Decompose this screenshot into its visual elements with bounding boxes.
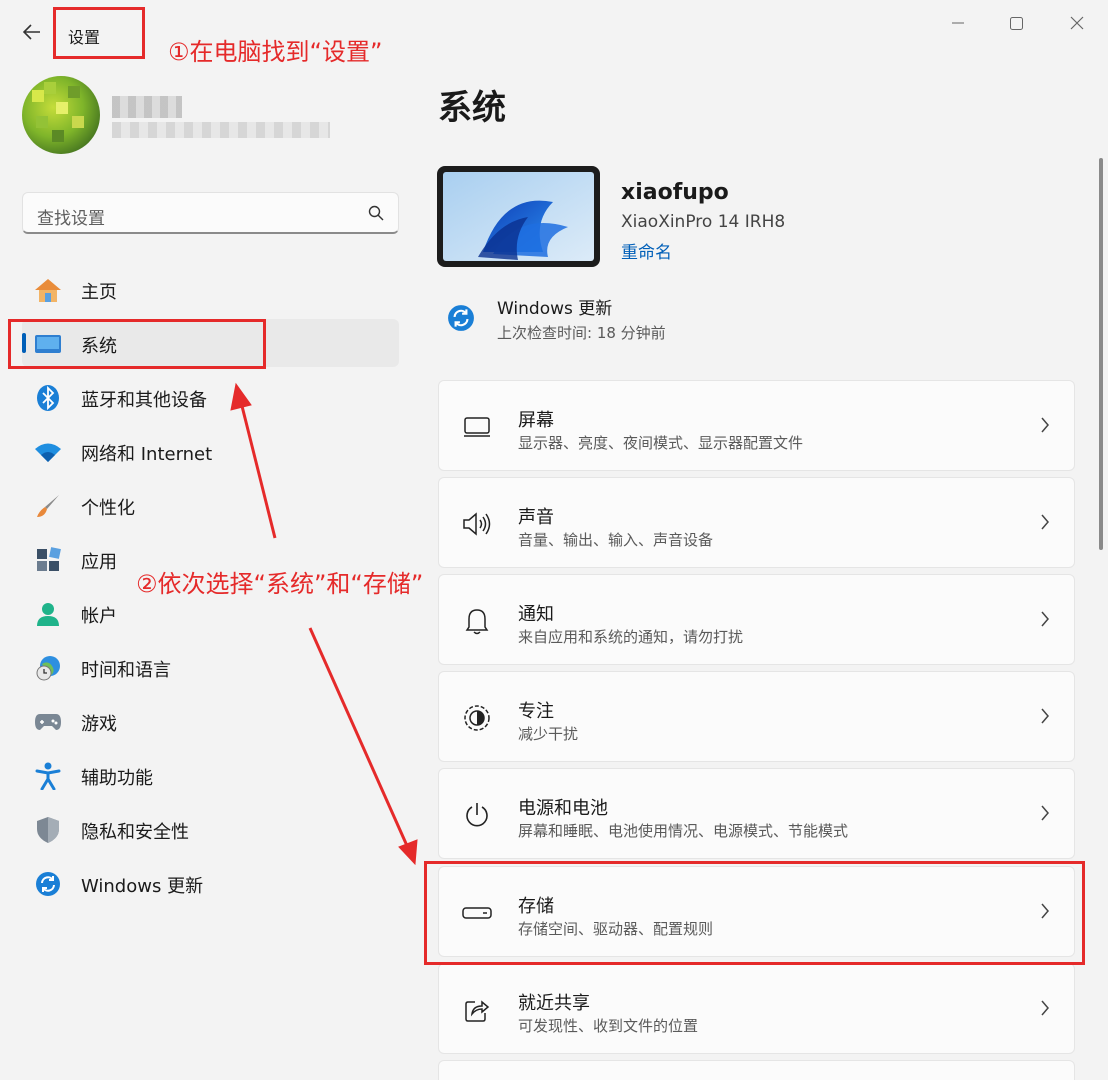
back-button[interactable] xyxy=(18,18,46,46)
settings-card-sound[interactable]: 声音 音量、输出、输入、声音设备 xyxy=(438,477,1075,568)
sidebar-item-label: 时间和语言 xyxy=(81,660,171,681)
avatar[interactable] xyxy=(22,76,100,154)
minimize-icon xyxy=(952,22,964,24)
display-icon xyxy=(461,411,493,443)
sidebar-item-bluetooth[interactable]: 蓝牙和其他设备 xyxy=(22,373,399,421)
rename-link[interactable]: 重命名 xyxy=(621,238,672,263)
chevron-right-icon xyxy=(1041,514,1049,530)
profile-email-redacted xyxy=(112,122,330,138)
chevron-right-icon xyxy=(1041,611,1049,627)
annotation-box-system xyxy=(8,319,266,369)
close-button[interactable] xyxy=(1054,10,1100,36)
share-icon xyxy=(461,994,493,1026)
card-title: 就近共享 xyxy=(518,993,590,1014)
device-model: XiaoXinPro 14 IRH8 xyxy=(621,212,786,232)
settings-card-focus[interactable]: 专注 减少干扰 xyxy=(438,671,1075,762)
search-placeholder: 查找设置 xyxy=(37,209,105,229)
sidebar-item-time-language[interactable]: 时间和语言 xyxy=(22,643,399,691)
card-title: 电源和电池 xyxy=(518,798,608,819)
annotation-step2: ②依次选择“系统”和“存储” xyxy=(136,570,424,598)
minimize-button[interactable] xyxy=(935,10,981,36)
search-input[interactable]: 查找设置 xyxy=(22,192,399,234)
annotation-box-settings xyxy=(53,7,145,59)
maximize-icon xyxy=(1009,16,1023,30)
title-bar: 设置 xyxy=(0,0,1108,47)
power-icon xyxy=(461,799,493,831)
sidebar-item-network[interactable]: 网络和 Internet xyxy=(22,427,399,475)
bell-icon xyxy=(461,605,493,637)
chevron-right-icon xyxy=(1041,417,1049,433)
sidebar-item-privacy[interactable]: 隐私和安全性 xyxy=(22,805,399,853)
card-title: 通知 xyxy=(518,604,554,625)
chevron-right-icon xyxy=(1041,708,1049,724)
chevron-right-icon xyxy=(1041,1000,1049,1016)
card-title: 声音 xyxy=(518,507,554,528)
annotation-box-storage xyxy=(424,861,1085,965)
profile-name-redacted xyxy=(112,96,182,118)
globe-clock-icon xyxy=(34,654,62,682)
search-icon xyxy=(368,205,384,221)
card-title: 屏幕 xyxy=(518,410,554,431)
sidebar-item-accessibility[interactable]: 辅助功能 xyxy=(22,751,399,799)
settings-card-nearby-sharing[interactable]: 就近共享 可发现性、收到文件的位置 xyxy=(438,963,1075,1054)
page-title: 系统 xyxy=(438,88,506,128)
sidebar-item-label: 应用 xyxy=(81,552,117,573)
sidebar-item-label: 帐户 xyxy=(81,606,117,627)
sidebar-item-home[interactable]: 主页 xyxy=(22,265,399,313)
sidebar-item-windows-update[interactable]: Windows 更新 xyxy=(22,859,399,907)
card-subtitle: 音量、输出、输入、声音设备 xyxy=(518,531,714,549)
back-arrow-icon xyxy=(23,24,40,40)
card-subtitle: 减少干扰 xyxy=(518,725,579,743)
speaker-icon xyxy=(461,508,493,540)
settings-card-notifications[interactable]: 通知 来自应用和系统的通知，请勿打扰 xyxy=(438,574,1075,665)
sidebar-item-label: 游戏 xyxy=(81,714,117,735)
focus-icon xyxy=(461,702,493,734)
settings-card-partial[interactable] xyxy=(438,1060,1075,1080)
update-status-title[interactable]: Windows 更新 xyxy=(497,294,612,319)
bluetooth-icon xyxy=(34,384,62,412)
maximize-button[interactable] xyxy=(993,10,1039,36)
device-thumbnail xyxy=(437,166,600,267)
shield-icon xyxy=(34,816,62,844)
account-icon xyxy=(34,600,62,628)
sync-icon xyxy=(448,305,474,331)
apps-icon xyxy=(34,546,62,574)
card-subtitle: 来自应用和系统的通知，请勿打扰 xyxy=(518,628,744,646)
card-title: 专注 xyxy=(518,701,554,722)
card-subtitle: 可发现性、收到文件的位置 xyxy=(518,1017,699,1035)
settings-card-display[interactable]: 屏幕 显示器、亮度、夜间模式、显示器配置文件 xyxy=(438,380,1075,471)
gamepad-icon xyxy=(34,708,62,736)
sidebar-item-label: 辅助功能 xyxy=(81,768,153,789)
wallpaper-image xyxy=(443,172,594,261)
settings-card-power[interactable]: 电源和电池 屏幕和睡眠、电池使用情况、电源模式、节能模式 xyxy=(438,768,1075,859)
sidebar-item-label: 网络和 Internet xyxy=(81,444,213,465)
wifi-icon xyxy=(34,438,62,466)
sidebar-item-label: Windows 更新 xyxy=(81,876,204,897)
sidebar-item-label: 主页 xyxy=(81,282,117,303)
close-icon xyxy=(1070,16,1084,30)
sidebar-item-gaming[interactable]: 游戏 xyxy=(22,697,399,745)
card-subtitle: 显示器、亮度、夜间模式、显示器配置文件 xyxy=(518,434,804,452)
sidebar-item-label: 个性化 xyxy=(81,498,135,519)
sidebar-item-personalization[interactable]: 个性化 xyxy=(22,481,399,529)
sidebar-item-label: 蓝牙和其他设备 xyxy=(81,390,207,411)
update-status-subtitle: 上次检查时间: 18 分钟前 xyxy=(497,324,666,342)
scrollbar-thumb[interactable] xyxy=(1099,158,1103,550)
annotation-step1: ①在电脑找到“设置” xyxy=(168,38,383,66)
home-icon xyxy=(34,276,62,304)
sidebar-item-label: 隐私和安全性 xyxy=(81,822,189,843)
chevron-right-icon xyxy=(1041,805,1049,821)
card-subtitle: 屏幕和睡眠、电池使用情况、电源模式、节能模式 xyxy=(518,822,849,840)
accessibility-icon xyxy=(34,762,62,790)
device-name: xiaofupo xyxy=(621,180,729,205)
sync-icon xyxy=(34,870,62,898)
brush-icon xyxy=(34,492,62,520)
